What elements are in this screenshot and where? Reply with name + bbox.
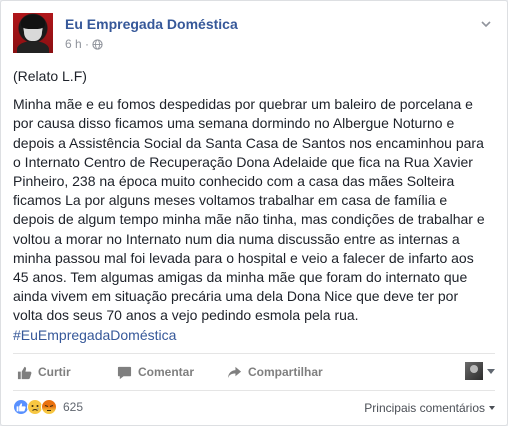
post-card: Eu Empregada Doméstica 6 h · (Relato L.F… [0, 0, 508, 426]
chevron-down-icon[interactable] [479, 17, 493, 31]
post-body: (Relato L.F) Minha mãe e eu fomos desped… [13, 67, 491, 345]
caret-down-icon [487, 368, 495, 374]
sort-label: Principais comentários [364, 401, 485, 415]
post-header: Eu Empregada Doméstica 6 h · [13, 13, 495, 55]
post-actions: Curtir Comentar Compartilhar [13, 359, 495, 385]
post-intro: (Relato L.F) [13, 68, 87, 84]
share-button[interactable]: Compartilhar [227, 362, 323, 382]
avatar-hair [21, 15, 45, 29]
post-timestamp[interactable]: 6 h · [65, 37, 89, 51]
like-button[interactable]: Curtir [17, 362, 71, 382]
caret-down-icon [489, 406, 495, 410]
page-name-link[interactable]: Eu Empregada Doméstica [65, 16, 238, 32]
share-icon [227, 366, 242, 378]
comment-button[interactable]: Comentar [117, 362, 194, 382]
thumbs-up-icon [17, 366, 32, 379]
page-avatar[interactable] [13, 13, 53, 53]
comment-label: Comentar [138, 365, 195, 379]
reactions-divider [13, 390, 495, 391]
like-label: Curtir [38, 365, 71, 379]
avatar-shoulders [17, 41, 49, 53]
comment-sort-dropdown[interactable]: Principais comentários [364, 401, 495, 415]
comment-icon [117, 366, 132, 379]
actions-divider [13, 353, 495, 354]
angry-reaction-icon [41, 399, 57, 415]
post-message: Minha mãe e eu fomos despedidas por queb… [13, 95, 491, 345]
share-label: Compartilhar [248, 365, 323, 379]
reaction-count: 625 [63, 400, 84, 414]
post-meta: 6 h · [65, 37, 103, 51]
globe-icon [92, 38, 103, 50]
viewer-avatar [465, 362, 483, 380]
reactions-summary[interactable]: 625 [13, 399, 83, 415]
reactions-bar: 625 Principais comentários [13, 397, 495, 419]
hashtag-link[interactable]: #EuEmpregadaDoméstica [13, 327, 176, 343]
post-message-text: Minha mãe e eu fomos despedidas por queb… [13, 96, 485, 324]
post-as-selector[interactable] [465, 362, 495, 380]
